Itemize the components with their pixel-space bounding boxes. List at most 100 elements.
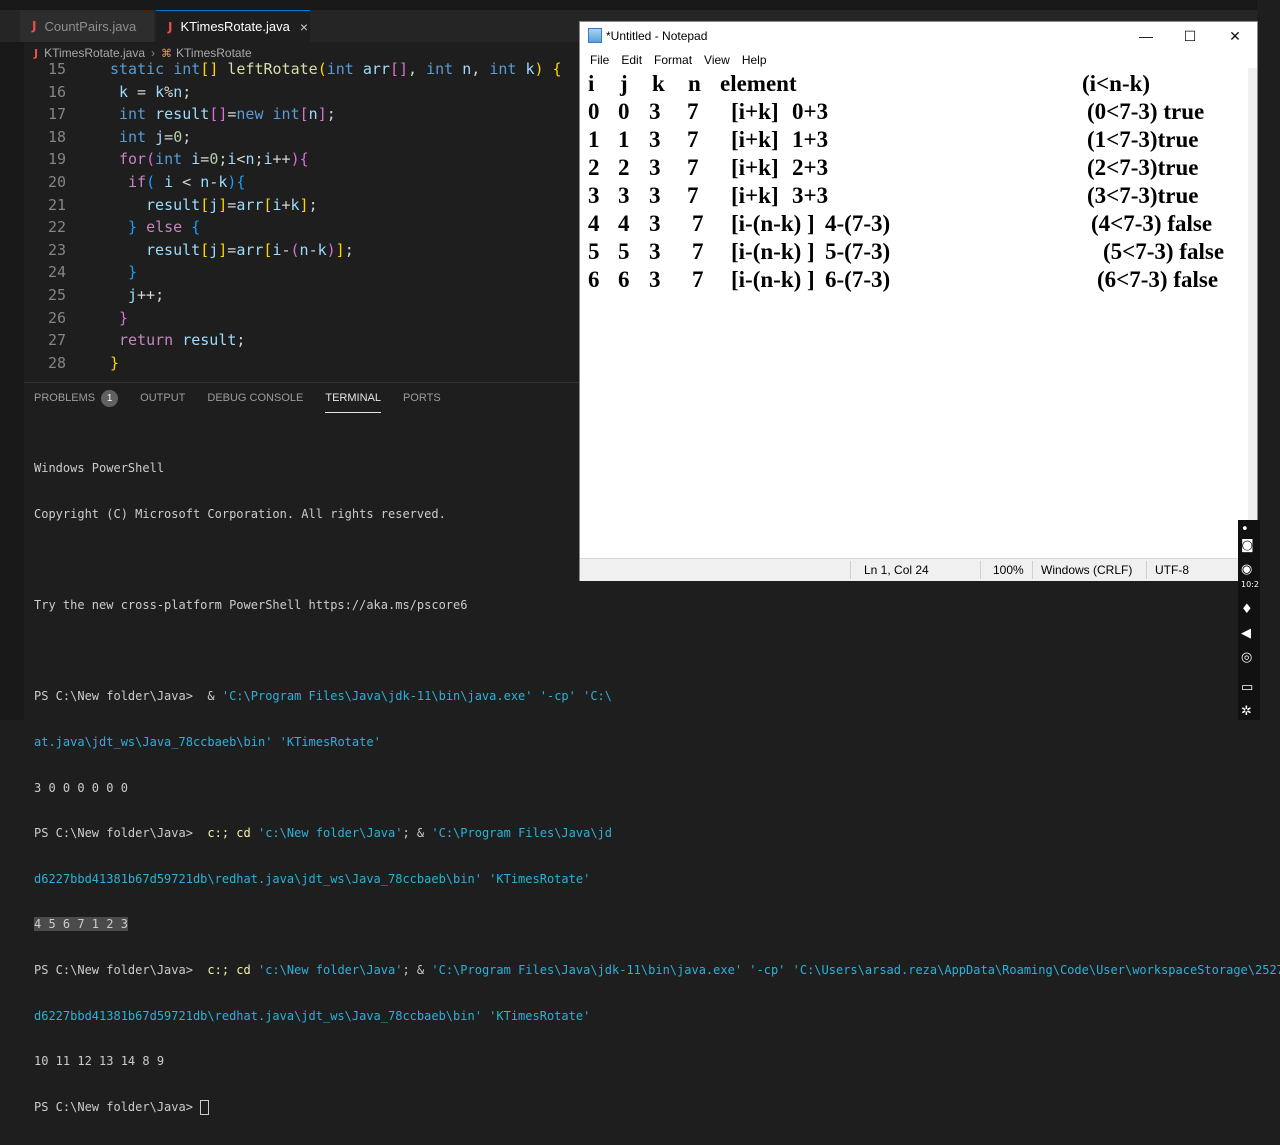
terminal-cursor <box>200 1099 210 1115</box>
tab-ktimesrotate[interactable]: J KTimesRotate.java × <box>156 10 310 42</box>
command-arg: 'KTimesRotate' <box>481 1008 591 1023</box>
cell-condition: (4<7-3) false <box>1091 211 1213 236</box>
maximize-button[interactable]: ☐ <box>1168 22 1212 50</box>
menu-bar: File Edit Format View Help <box>584 50 773 70</box>
terminal-line: 4 5 6 7 1 2 3 <box>34 917 1254 932</box>
code-line: } <box>110 353 120 372</box>
code-line: } <box>119 308 129 327</box>
line-number: 15 <box>47 60 66 78</box>
minimize-button[interactable]: — <box>1124 22 1168 50</box>
activity-gutter <box>0 42 24 720</box>
line-number: 25 <box>47 286 66 304</box>
speaker-icon[interactable]: ◀ <box>1241 626 1251 641</box>
cell-i: 4 <box>588 211 600 236</box>
code-editor[interactable]: 15 16 17 18 19 20 21 22 23 24 25 26 27 2… <box>24 60 584 378</box>
cell-j: 1 <box>618 127 630 152</box>
menu-edit[interactable]: Edit <box>621 53 642 67</box>
header-element: element <box>720 71 797 96</box>
settings-icon[interactable]: ✲ <box>1241 704 1252 719</box>
code-line: int result[]=new int[n]; <box>119 105 336 124</box>
code-line: for(int i=0;i<n;i++){ <box>119 150 309 169</box>
code-line: result[j]=arr[i+k]; <box>146 195 318 214</box>
cell-n: 7 <box>692 239 704 264</box>
line-number: 26 <box>47 308 66 327</box>
cell-j: 5 <box>618 239 630 264</box>
vertical-scrollbar[interactable] <box>1248 68 1257 556</box>
status-divider <box>1032 561 1033 579</box>
terminal-line: 10 11 12 13 14 8 9 <box>34 1054 165 1069</box>
command: & <box>207 689 215 704</box>
menu-format[interactable]: Format <box>654 53 692 67</box>
breadcrumb-file[interactable]: KTimesRotate.java <box>44 46 145 60</box>
cell-index-expr: [i-(n-k) ] <box>731 211 815 236</box>
terminal-line: PS C:\New folder\Java> & 'C:\Program Fil… <box>34 689 1254 704</box>
window-icon[interactable]: ▭ <box>1241 680 1253 695</box>
close-button[interactable]: ✕ <box>1213 22 1257 50</box>
terminal-line: PS C:\New folder\Java> c:; cd 'c:\New fo… <box>34 962 1280 978</box>
breadcrumb-symbol[interactable]: KTimesRotate <box>176 46 252 60</box>
cell-n: 7 <box>687 99 699 124</box>
zoom-level: 100% <box>993 563 1024 577</box>
title-strip <box>0 0 1280 10</box>
command-arg: 'c:\New folder\Java' <box>250 826 403 841</box>
line-number: 24 <box>47 263 66 282</box>
notepad-window: *Untitled - Notepad — ☐ ✕ File Edit Form… <box>580 22 1257 581</box>
tab-label: DEBUG CONSOLE <box>207 392 304 404</box>
camera-icon[interactable]: ◙ <box>1241 538 1254 553</box>
command-arg: 'c:\New folder\Java' <box>250 962 403 977</box>
cell-i: 0 <box>588 99 600 124</box>
tab-terminal[interactable]: TERMINAL <box>325 383 381 413</box>
notepad-text-area[interactable]: i j k n element (i<n-k) 0 0 3 7 [i+k] 0+… <box>580 68 1248 556</box>
menu-file[interactable]: File <box>590 53 609 67</box>
code-line: } <box>128 263 138 282</box>
cell-k: 3 <box>649 211 661 236</box>
menu-view[interactable]: View <box>704 53 730 67</box>
terminal-line: at.java\jdt_ws\Java_78ccbaeb\bin' 'KTime… <box>34 735 1254 750</box>
cell-j: 4 <box>618 211 630 236</box>
record-icon[interactable]: ◉ <box>1241 562 1252 577</box>
table-row: 3 3 3 7 [i+k] 3+3 (3<7-3)true <box>580 183 1248 211</box>
cell-i: 3 <box>588 183 600 208</box>
code-line: return result; <box>119 331 246 350</box>
command: c:; cd <box>207 826 251 841</box>
cell-index-expr: [i+k] <box>731 183 779 208</box>
line-number: 22 <box>47 218 66 237</box>
code-line: static int[] leftRotate(int arr[], int n… <box>110 60 562 78</box>
tab-debug-console[interactable]: DEBUG CONSOLE <box>207 383 303 413</box>
terminal-line: PS C:\New folder\Java> <box>34 1099 1254 1115</box>
screen-edge <box>1257 0 1280 720</box>
cell-k: 3 <box>649 183 661 208</box>
tab-ports[interactable]: PORTS <box>403 383 441 413</box>
tab-label: TERMINAL <box>325 391 381 404</box>
cell-n: 7 <box>692 267 704 292</box>
table-row: 0 0 3 7 [i+k] 0+3 (0<7-3) true <box>580 99 1248 127</box>
line-number: 21 <box>47 195 66 214</box>
command-arg: at.java\jdt_ws\Java_78ccbaeb\bin' <box>34 734 273 749</box>
cell-j: 3 <box>618 183 630 208</box>
cell-condition: (6<7-3) false <box>1097 267 1219 292</box>
webcam-icon[interactable]: ◎ <box>1241 650 1252 665</box>
cell-i: 1 <box>588 127 600 152</box>
tab-problems[interactable]: PROBLEMS 1 <box>34 383 119 413</box>
tab-output[interactable]: OUTPUT <box>140 383 185 413</box>
header-j: j <box>620 71 628 96</box>
code-line: int j=0; <box>119 127 192 146</box>
microphone-icon[interactable]: ♦ <box>1241 602 1253 617</box>
dot-icon: • <box>1241 522 1249 537</box>
cell-condition: (1<7-3)true <box>1087 127 1199 152</box>
code-line: result[j]=arr[i-(n-k)]; <box>146 240 354 259</box>
menu-help[interactable]: Help <box>742 53 767 67</box>
breadcrumb-separator: › <box>151 46 156 60</box>
cell-n: 7 <box>692 211 704 236</box>
notepad-icon <box>588 28 602 43</box>
command-arg: 'C:\Program Files\Java\jd <box>424 826 612 841</box>
table-row: 4 4 3 7 [i-(n-k) ] 4-(7-3) (4<7-3) false <box>580 211 1248 239</box>
cell-k: 3 <box>649 267 661 292</box>
line-number: 16 <box>47 82 66 101</box>
notepad-title-bar[interactable]: *Untitled - Notepad — ☐ ✕ <box>580 22 1257 50</box>
tab-countpairs[interactable]: J CountPairs.java <box>20 10 154 42</box>
close-icon[interactable]: × <box>300 19 308 35</box>
cell-i: 2 <box>588 155 600 180</box>
terminal-line: Try the new cross-platform PowerShell ht… <box>34 598 468 613</box>
tab-label: CountPairs.java <box>44 18 137 34</box>
